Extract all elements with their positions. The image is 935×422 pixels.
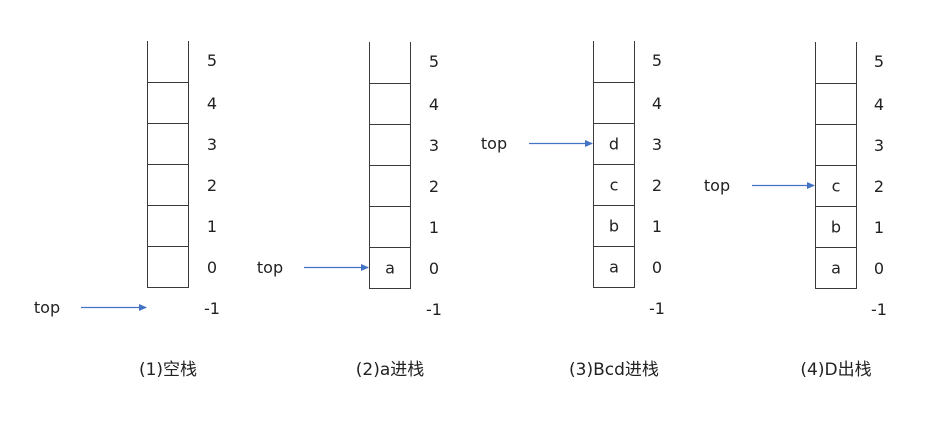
cell-value: a bbox=[609, 258, 619, 277]
stack-cell bbox=[147, 123, 189, 165]
stack-caption: (1)空栈 bbox=[139, 360, 197, 380]
stack-3: a b c d 5 4 3 2 1 0 -1 top (3)Bcd进栈 bbox=[481, 40, 665, 380]
index-label: 1 bbox=[874, 218, 884, 237]
index-label: 0 bbox=[207, 258, 217, 277]
top-pointer-label: top bbox=[481, 134, 507, 153]
cell-value: a bbox=[385, 259, 395, 278]
index-label: 0 bbox=[874, 259, 884, 278]
cell-value: c bbox=[610, 176, 619, 195]
stack-cell bbox=[369, 206, 411, 248]
stack-cell bbox=[147, 82, 189, 124]
index-label: 3 bbox=[874, 136, 884, 155]
index-label: 0 bbox=[429, 259, 439, 278]
stack-cell bbox=[593, 41, 635, 83]
stack-cell bbox=[369, 42, 411, 84]
index-label: 1 bbox=[207, 217, 217, 236]
index-label: 4 bbox=[652, 94, 662, 113]
stack-cell bbox=[369, 165, 411, 207]
index-label: 5 bbox=[874, 52, 884, 71]
index-label: 2 bbox=[874, 177, 884, 196]
stack-cell bbox=[369, 83, 411, 125]
stack-cell bbox=[593, 82, 635, 124]
stack-caption: (2)a进栈 bbox=[356, 360, 425, 380]
cell-value: d bbox=[609, 135, 619, 154]
index-label: 5 bbox=[429, 52, 439, 71]
index-label: 1 bbox=[429, 218, 439, 237]
index-label: 3 bbox=[207, 135, 217, 154]
index-label: -1 bbox=[204, 299, 220, 318]
index-label: 2 bbox=[652, 176, 662, 195]
cell-value: b bbox=[831, 218, 841, 237]
index-label: 5 bbox=[207, 51, 217, 70]
index-label: 4 bbox=[207, 94, 217, 113]
stack-2: a 5 4 3 2 1 0 -1 top (2)a进栈 bbox=[257, 41, 442, 380]
stack-cell bbox=[147, 205, 189, 247]
stack-caption: (3)Bcd进栈 bbox=[569, 360, 659, 380]
stack-cell bbox=[147, 164, 189, 206]
index-label: 4 bbox=[874, 95, 884, 114]
index-label: 5 bbox=[652, 51, 662, 70]
index-label: 2 bbox=[429, 177, 439, 196]
stack-cell bbox=[147, 41, 189, 83]
stack-diagram: 5 4 3 2 1 0 -1 top (1)空栈 a 5 4 3 2 1 0 -1 top (2)a进栈 a b c d 5 4… bbox=[34, 40, 887, 380]
top-pointer-label: top bbox=[704, 176, 730, 195]
index-label: 2 bbox=[207, 176, 217, 195]
index-label: 1 bbox=[652, 217, 662, 236]
stack-cell bbox=[815, 83, 857, 125]
stack-caption: (4)D出栈 bbox=[800, 360, 871, 380]
stack-cell bbox=[147, 246, 189, 288]
index-label: 3 bbox=[652, 135, 662, 154]
cell-value: b bbox=[609, 217, 619, 236]
cell-value: c bbox=[832, 177, 841, 196]
top-pointer-label: top bbox=[34, 298, 60, 317]
index-label: 3 bbox=[429, 136, 439, 155]
stack-cell bbox=[815, 124, 857, 166]
stack-cell bbox=[815, 42, 857, 84]
stack-1: 5 4 3 2 1 0 -1 top (1)空栈 bbox=[34, 40, 220, 380]
top-pointer-label: top bbox=[257, 258, 283, 277]
index-label: 4 bbox=[429, 95, 439, 114]
index-label: -1 bbox=[871, 300, 887, 319]
index-label: -1 bbox=[649, 299, 665, 318]
index-label: -1 bbox=[426, 300, 442, 319]
stack-cell bbox=[369, 124, 411, 166]
index-label: 0 bbox=[652, 258, 662, 277]
cell-value: a bbox=[831, 259, 841, 278]
stack-4: a b c 5 4 3 2 1 0 -1 top (4)D出栈 bbox=[704, 41, 887, 380]
